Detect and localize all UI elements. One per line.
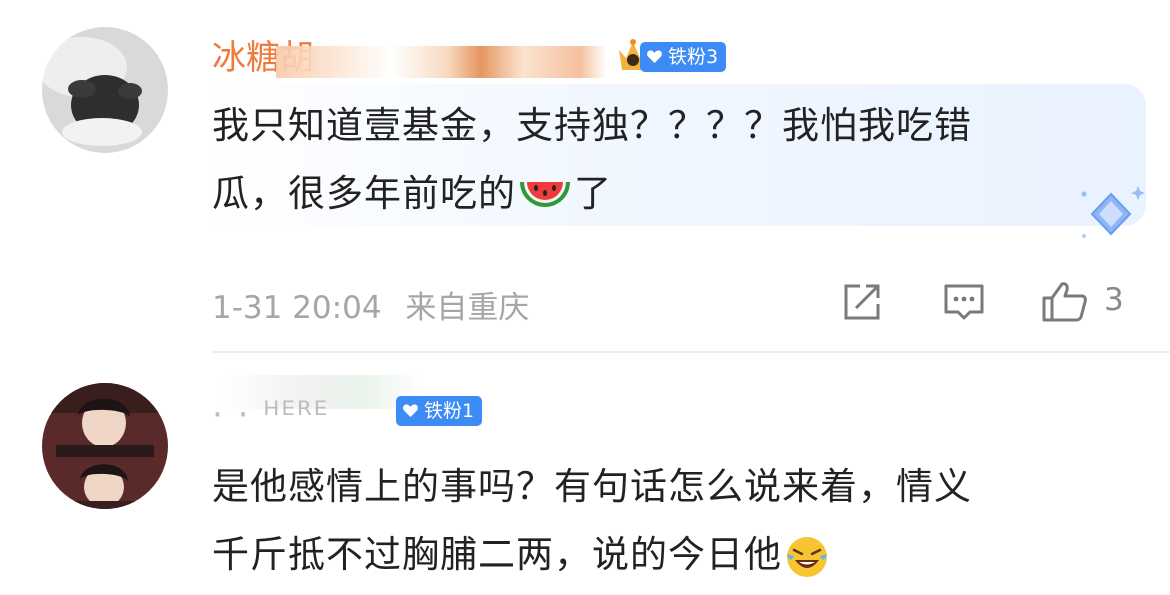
comment-item: · · ᴴᴱᴿᴱ 铁粉1 是他感情上的事吗？有句话怎么说来着，情义 千斤抵不过胸… [0,353,1170,595]
comment-icon[interactable] [942,280,986,324]
watermelon-emoji [520,181,570,207]
comment-location: 来自重庆 [405,290,530,326]
user-avatar[interactable] [42,383,168,509]
fan-badge: 铁粉3 [640,42,727,72]
like-count: 3 [1104,282,1124,318]
comment-item: 冰糖胡 铁粉3 我只知道壹基金，支持独？？？？我怕我吃错 瓜，很多年前吃的 了 [0,0,1170,353]
fan-badge: 铁粉1 [396,396,483,426]
comment-date: 1-31 20:04 [212,290,382,326]
redacted-name [276,46,606,78]
user-avatar[interactable] [42,27,168,153]
thumbs-up-icon[interactable] [1040,280,1090,324]
heart-icon [647,50,662,63]
diamond-icon [1081,186,1145,238]
share-icon[interactable] [840,280,884,324]
laughing-emoji [787,536,827,577]
username[interactable]: · · ᴴᴱᴿᴱ [212,395,329,435]
comment-text: 是他感情上的事吗？有句话怎么说来着，情义 千斤抵不过胸脯二两，说的今日他 [212,453,1142,589]
comment-meta: 1-31 20:04 来自重庆 [212,282,529,327]
comment-text: 我只知道壹基金，支持独？？？？我怕我吃错 瓜，很多年前吃的 了 [212,104,972,215]
heart-icon [403,404,418,417]
